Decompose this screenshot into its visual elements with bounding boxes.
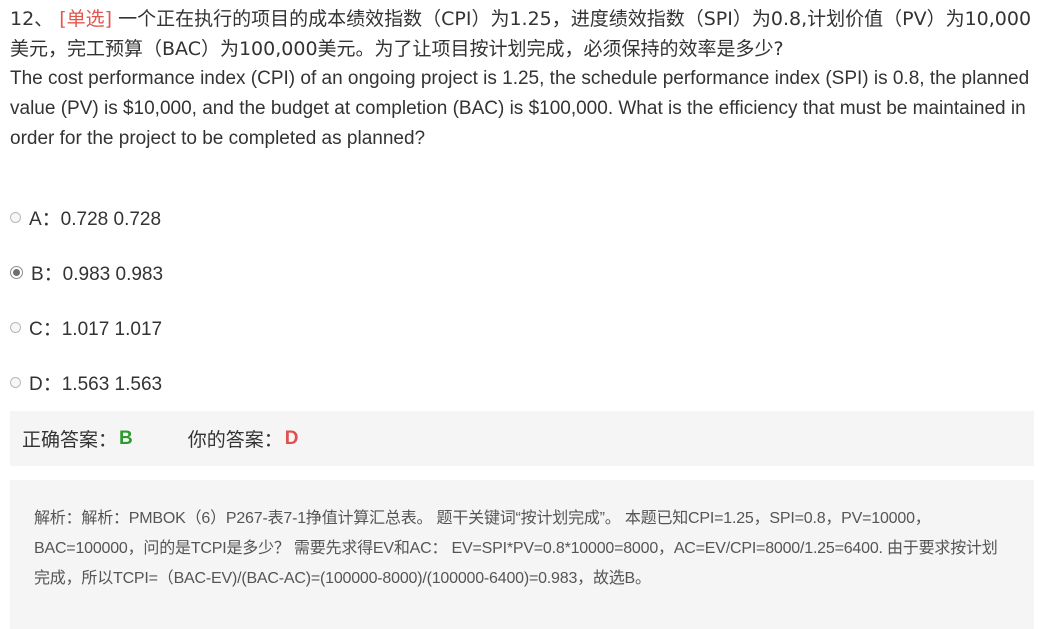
radio-icon[interactable] xyxy=(10,212,21,223)
your-answer-value: D xyxy=(284,427,299,449)
option-d[interactable]: D：1.563 1.563 xyxy=(10,355,163,410)
question-block: 12、 [单选] 一个正在执行的项目的成本绩效指数（CPI）为1.25，进度绩效… xyxy=(10,4,1034,154)
option-label: C：1.017 1.017 xyxy=(29,319,163,340)
option-label: A：0.728 0.728 xyxy=(29,209,162,230)
correct-answer-value: B xyxy=(119,427,133,449)
option-label: B：0.983 0.983 xyxy=(31,264,164,285)
answer-summary: 正确答案： B 你的答案： D xyxy=(10,411,1034,466)
your-answer-label: 你的答案： xyxy=(187,429,283,451)
correct-answer-label: 正确答案： xyxy=(22,429,118,451)
analysis-text: 解析：解析：PMBOK（6）P267-表7-1挣值计算汇总表。 题干关键词“按计… xyxy=(34,510,998,587)
question-text-en: The cost performance index (CPI) of an o… xyxy=(10,68,1030,149)
option-a[interactable]: A：0.728 0.728 xyxy=(10,190,163,245)
analysis-panel: 解析：解析：PMBOK（6）P267-表7-1挣值计算汇总表。 题干关键词“按计… xyxy=(10,480,1034,629)
radio-icon[interactable] xyxy=(10,377,21,388)
question-type-tag: [单选] xyxy=(59,8,113,30)
question-text-cn: 一个正在执行的项目的成本绩效指数（CPI）为1.25，进度绩效指数（SPI）为0… xyxy=(10,8,1032,60)
radio-icon[interactable] xyxy=(10,322,21,333)
option-label: D：1.563 1.563 xyxy=(29,374,163,395)
option-b[interactable]: B：0.983 0.983 xyxy=(10,245,163,300)
option-c[interactable]: C：1.017 1.017 xyxy=(10,300,163,355)
question-number: 12、 xyxy=(10,8,54,30)
radio-checked-icon[interactable] xyxy=(10,266,23,279)
options-list: A：0.728 0.728 B：0.983 0.983 C：1.017 1.01… xyxy=(10,190,163,410)
